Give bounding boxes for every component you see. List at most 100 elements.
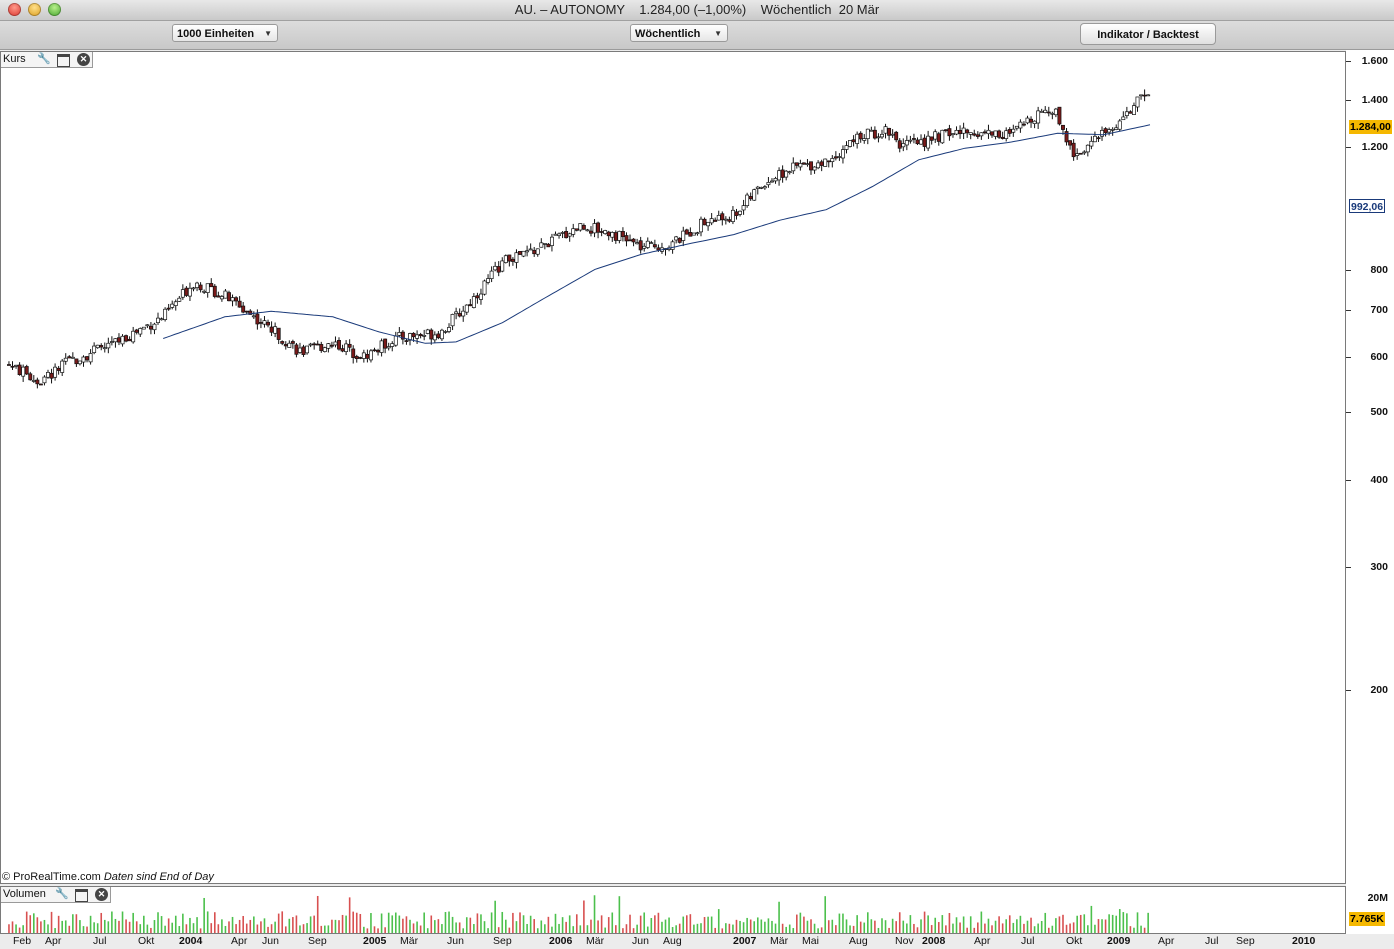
volume-bar [150, 927, 152, 933]
window-icon[interactable] [57, 54, 70, 67]
candle-body [1110, 128, 1115, 131]
candle-body [315, 343, 320, 346]
candle-body [933, 131, 938, 140]
candle [837, 153, 842, 161]
candle [841, 145, 845, 164]
candle [805, 159, 810, 167]
volume-bar [1037, 923, 1039, 933]
candle-body [117, 337, 121, 343]
candle [1146, 94, 1151, 97]
candle-body [432, 334, 437, 341]
candle-body [947, 128, 952, 137]
volume-bar [419, 925, 422, 933]
volume-bar [703, 917, 706, 933]
candle-body [266, 321, 270, 326]
units-select[interactable]: 1000 Einheiten ▼ [172, 24, 278, 42]
candle [376, 348, 380, 356]
candle [585, 228, 590, 232]
volume-bar [607, 917, 610, 933]
candle [439, 328, 444, 342]
candle-body [429, 329, 434, 340]
period-select[interactable]: Wöchentlich ▼ [630, 24, 728, 42]
volume-bar [345, 915, 347, 933]
candle-body [177, 297, 182, 302]
candle-body [1057, 106, 1062, 125]
volume-bar [409, 919, 411, 933]
window-icon[interactable] [75, 889, 88, 902]
volume-panel[interactable]: Volumen 🔧 ✕ [0, 886, 1346, 934]
indicator-backtest-button[interactable]: Indikator / Backtest [1080, 23, 1216, 45]
volume-bar [242, 915, 244, 933]
candle [677, 237, 682, 244]
candle [56, 365, 61, 375]
volume-bar [277, 913, 280, 933]
candle [209, 278, 214, 288]
y-tick [1346, 310, 1351, 311]
price-panel[interactable]: Kurs 🔧 ✕ © ProRealTime.com Daten sind En… [0, 51, 1346, 884]
candle-body [1000, 136, 1005, 139]
candle [482, 279, 487, 296]
volume-bar [192, 923, 195, 933]
volume-bar [224, 925, 227, 933]
candle-body [283, 344, 288, 347]
volume-chart[interactable] [1, 887, 1345, 933]
candle [858, 131, 863, 143]
volume-bar [473, 924, 475, 933]
candle [865, 128, 870, 145]
x-label: Okt [138, 935, 155, 947]
candle-body [997, 130, 1002, 138]
volume-bar [270, 924, 273, 933]
candle-body [198, 284, 203, 291]
volume-bar [714, 927, 716, 933]
candle [503, 254, 508, 264]
volume-bar [760, 919, 763, 933]
candle-body [70, 356, 75, 359]
volume-bar [941, 915, 944, 933]
volume-bar [831, 919, 834, 933]
candle-body [241, 305, 246, 313]
candle-body [574, 228, 579, 231]
candle-body [1100, 129, 1104, 137]
candle-body [244, 310, 249, 313]
close-icon[interactable]: ✕ [95, 888, 108, 901]
wrench-icon[interactable]: 🔧 [37, 53, 51, 66]
candle-body [755, 186, 760, 189]
candle-body [422, 335, 427, 337]
candle [184, 286, 189, 297]
volume-panel-header: Volumen 🔧 ✕ [1, 887, 111, 903]
candle-body [1039, 110, 1044, 113]
volume-bar [767, 918, 770, 933]
volume-bar [182, 913, 184, 933]
candle-body [599, 231, 604, 233]
volume-bar [639, 915, 642, 933]
y-label: 300 [1370, 561, 1388, 573]
volume-bar [682, 916, 685, 933]
y-tick [1346, 567, 1351, 568]
candle-body [1029, 118, 1033, 123]
volume-bar [671, 927, 674, 933]
candle-body [77, 360, 82, 365]
candle [290, 339, 295, 349]
candle [560, 231, 565, 239]
candle [574, 228, 579, 232]
candle-body [1011, 128, 1016, 133]
volume-bar [355, 912, 358, 933]
candle [528, 243, 533, 251]
candle-body [876, 136, 881, 139]
volume-bar [68, 925, 71, 933]
candle [173, 299, 178, 311]
candle [266, 319, 270, 328]
volume-bar [455, 922, 457, 933]
price-chart[interactable] [1, 52, 1345, 883]
candle-body [514, 252, 519, 263]
close-icon[interactable]: ✕ [77, 53, 90, 66]
volume-bar [515, 921, 518, 933]
window-title: AU. – AUTONOMY 1.284,00 (–1,00%) Wöchent… [514, 2, 880, 17]
volume-bar [895, 921, 897, 933]
candle [95, 344, 100, 349]
candle-body [35, 379, 40, 385]
candle [276, 327, 281, 345]
wrench-icon[interactable]: 🔧 [55, 888, 69, 901]
y-tick [1346, 412, 1351, 413]
candle-body [745, 194, 750, 207]
